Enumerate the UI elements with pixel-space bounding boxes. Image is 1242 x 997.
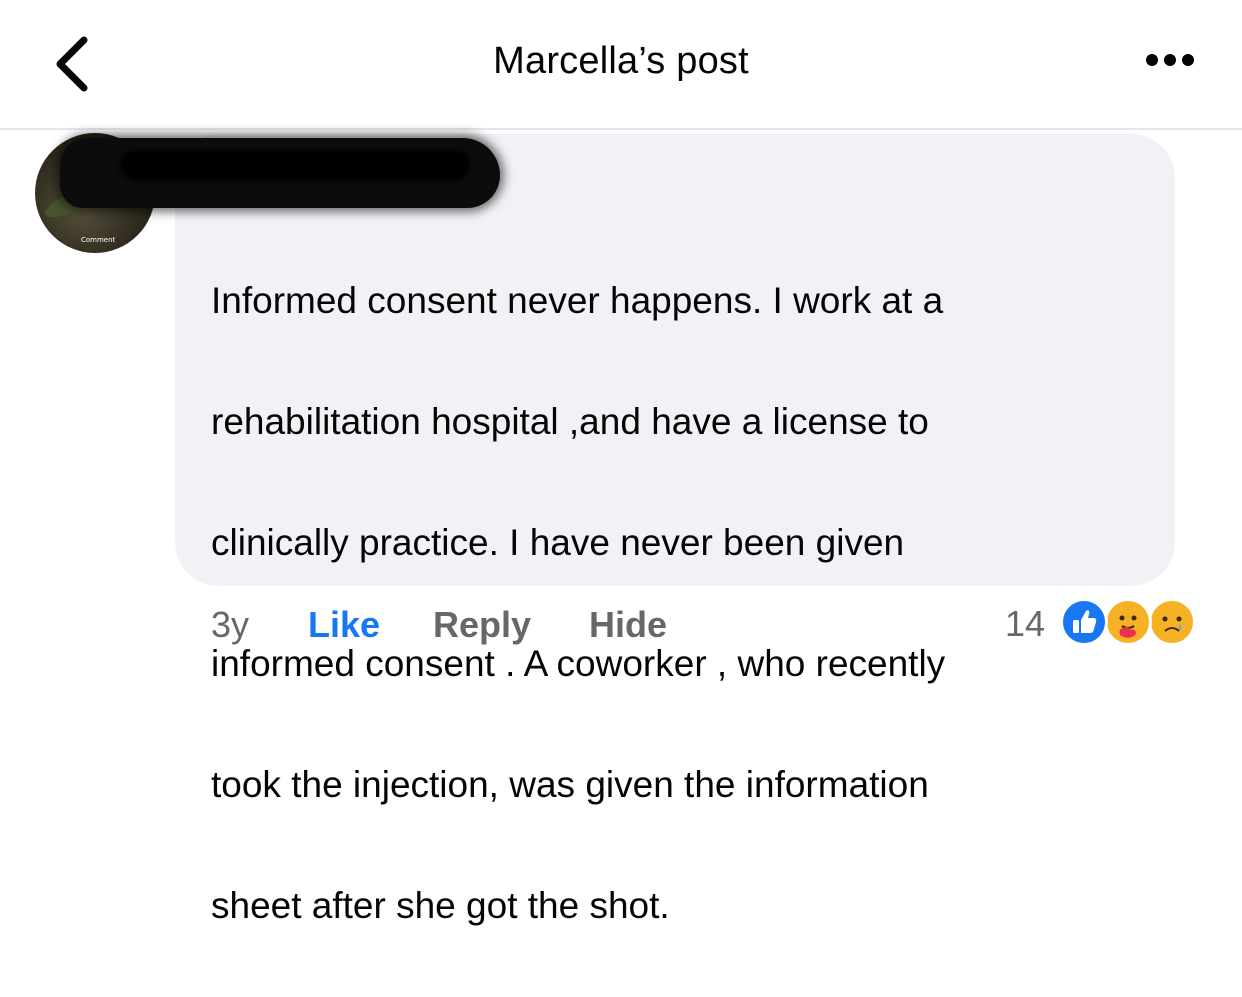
- like-button[interactable]: Like: [308, 600, 380, 650]
- more-dot: [1182, 54, 1194, 66]
- hide-button[interactable]: Hide: [589, 600, 667, 650]
- reaction-count: 14: [1005, 603, 1046, 644]
- comment-line: clinically practice. I have never been g…: [211, 521, 905, 563]
- sad-reaction-icon: [1148, 598, 1196, 646]
- more-horizontal-icon: [1146, 54, 1158, 66]
- comment-line: Informed consent never happens. I work a…: [211, 279, 944, 321]
- avatar-stamp: Comment: [81, 236, 116, 244]
- comment-line: sheet after she got the shot.: [211, 884, 670, 926]
- reactions-summary[interactable]: 14: [1000, 595, 1220, 655]
- redacted-author-name-overlay: [120, 150, 470, 180]
- reply-button[interactable]: Reply: [433, 600, 531, 650]
- like-reaction-icon: [1060, 598, 1108, 646]
- care-reaction-icon: [1104, 598, 1152, 646]
- comment-line: rehabilitation hospital ,and have a lice…: [211, 400, 929, 442]
- more-options-button[interactable]: [1130, 40, 1210, 80]
- top-bar: Marcella’s post: [0, 0, 1242, 130]
- more-dot: [1164, 54, 1176, 66]
- page-title: Marcella’s post: [493, 40, 749, 82]
- comment-line: took the injection, was given the inform…: [211, 763, 929, 805]
- comment-age: 3y: [211, 604, 250, 645]
